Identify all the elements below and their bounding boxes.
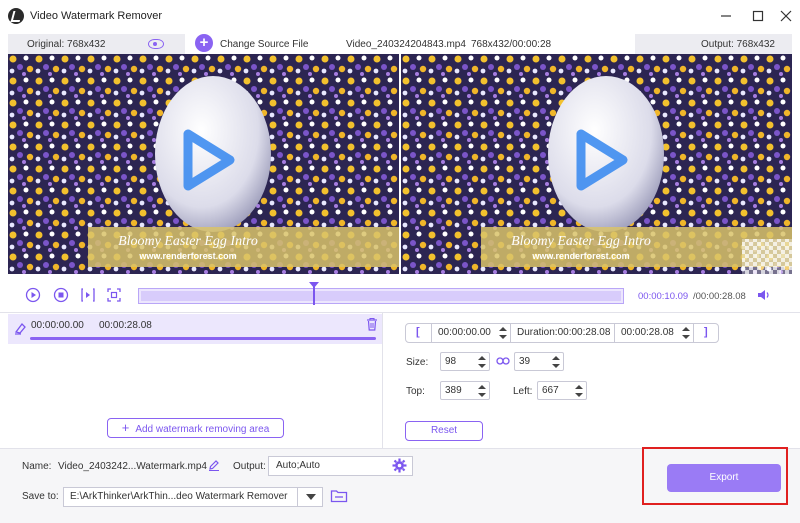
stop-icon[interactable] xyxy=(53,287,69,303)
playhead-handle[interactable] xyxy=(308,282,319,288)
preview-frame-right: Bloomy Easter Egg Intro www.renderforest… xyxy=(401,54,792,274)
edit-icon[interactable] xyxy=(208,459,220,471)
panel-divider xyxy=(0,312,800,313)
width-field[interactable]: 98 xyxy=(440,352,490,371)
end-time-field[interactable]: 00:00:28.08 xyxy=(614,323,694,343)
plus-icon: + xyxy=(121,420,130,435)
start-time-value: 00:00:00.00 xyxy=(438,327,491,338)
close-icon[interactable] xyxy=(776,6,796,26)
width-value: 98 xyxy=(445,356,457,367)
save-path-value: E:\ArkThinker\ArkThin...deo Watermark Re… xyxy=(70,491,288,502)
maximize-icon[interactable] xyxy=(748,6,768,26)
window-title: Video Watermark Remover xyxy=(30,10,163,22)
gear-icon[interactable] xyxy=(392,458,407,473)
trash-icon[interactable] xyxy=(366,317,378,331)
caption-url-right: www.renderforest.com xyxy=(531,251,629,261)
output-label: Output: xyxy=(233,461,266,472)
size-label: Size: xyxy=(406,357,429,368)
app-logo-icon xyxy=(8,8,24,24)
spin-icon[interactable] xyxy=(575,384,583,398)
original-resolution: Original: 768x432 xyxy=(27,39,106,50)
spin-icon[interactable] xyxy=(478,384,486,398)
change-source-button[interactable]: Change Source File xyxy=(220,39,308,50)
spin-icon[interactable] xyxy=(682,326,690,340)
output-preview: Bloomy Easter Egg Intro www.renderforest… xyxy=(401,54,792,274)
add-area-label: Add watermark removing area xyxy=(135,424,270,435)
export-button[interactable]: Export xyxy=(667,464,781,492)
original-preview: Bloomy Easter Egg Intro www.renderforest… xyxy=(8,54,399,274)
reset-button[interactable]: Reset xyxy=(405,421,483,441)
current-time: 00:00:10.09 xyxy=(638,291,689,302)
add-watermark-area-button[interactable]: + Add watermark removing area xyxy=(107,418,284,438)
link-icon[interactable] xyxy=(496,356,510,366)
segment-start-time: 00:00:00.00 xyxy=(31,320,84,331)
timeline-selection[interactable] xyxy=(141,291,621,301)
minimize-icon[interactable] xyxy=(716,6,736,26)
file-meta: 768x432/00:00:28 xyxy=(471,39,552,50)
volume-icon[interactable] xyxy=(757,288,771,302)
eye-icon[interactable] xyxy=(148,39,164,49)
left-value: 667 xyxy=(542,385,559,396)
next-frame-icon[interactable] xyxy=(80,287,96,303)
segment-bar[interactable] xyxy=(30,337,376,340)
output-resolution: Output: 768x432 xyxy=(701,39,775,50)
panel-split xyxy=(382,313,383,448)
save-path-select[interactable]: E:\ArkThinker\ArkThin...deo Watermark Re… xyxy=(63,487,323,507)
left-field[interactable]: 667 xyxy=(537,381,587,400)
top-label: Top: xyxy=(406,386,425,397)
spin-icon[interactable] xyxy=(552,355,560,369)
chevron-down-icon[interactable] xyxy=(297,487,323,507)
preview-frame-left: Bloomy Easter Egg Intro www.renderforest… xyxy=(8,54,399,274)
save-to-label: Save to: xyxy=(22,491,59,502)
folder-icon[interactable] xyxy=(330,488,348,503)
total-time: /00:00:28.08 xyxy=(693,291,746,302)
watermark-removal-area[interactable] xyxy=(742,239,792,274)
duration-value: Duration:00:00:28.08 xyxy=(517,327,611,338)
duration-field: Duration:00:00:28.08 xyxy=(511,323,614,343)
add-circle-icon[interactable]: + xyxy=(195,34,213,52)
name-label: Name: xyxy=(22,461,52,472)
start-time-field[interactable]: 00:00:00.00 xyxy=(431,323,511,343)
end-time-value: 00:00:28.08 xyxy=(621,327,674,338)
top-value: 389 xyxy=(445,385,462,396)
file-name: Video_240324204843.mp4 xyxy=(346,39,466,50)
caption-title-left: Bloomy Easter Egg Intro xyxy=(118,234,258,249)
set-start-icon[interactable]: [ xyxy=(416,326,420,338)
segment-end-time: 00:00:28.08 xyxy=(99,320,152,331)
output-file-name: Video_2403242...Watermark.mp4 xyxy=(58,461,207,472)
top-field[interactable]: 389 xyxy=(440,381,490,400)
left-label: Left: xyxy=(513,386,533,397)
height-value: 39 xyxy=(519,356,531,367)
eraser-icon xyxy=(13,321,27,335)
spin-icon[interactable] xyxy=(478,355,486,369)
caption-title-right: Bloomy Easter Egg Intro xyxy=(511,234,651,249)
play-icon[interactable] xyxy=(25,287,41,303)
height-field[interactable]: 39 xyxy=(514,352,564,371)
set-end-icon[interactable]: ] xyxy=(704,326,708,338)
caption-url-left: www.renderforest.com xyxy=(138,251,236,261)
spin-icon[interactable] xyxy=(499,326,507,340)
full-frame-icon[interactable] xyxy=(106,287,122,303)
